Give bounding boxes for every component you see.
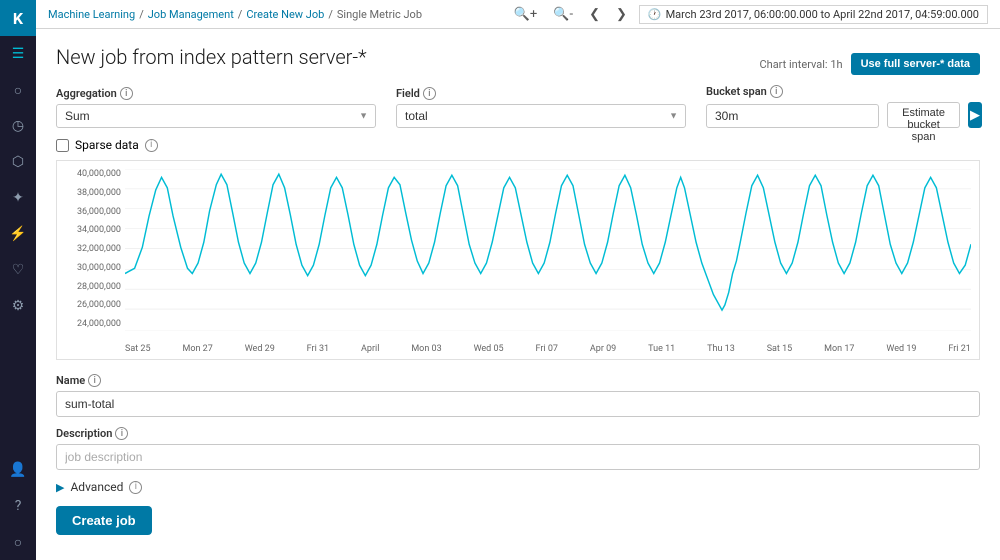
x-label-8: Apr 09: [590, 344, 616, 354]
bucket-span-group: Bucket span i Estimate bucket span ▶: [706, 85, 982, 128]
sidebar-icon-visualize[interactable]: ◷: [0, 108, 36, 144]
form-row: Aggregation i Sum Average Count Max Min: [56, 85, 980, 128]
x-label-6: Wed 05: [474, 344, 504, 354]
chart-interval-label: Chart interval: 1h: [759, 58, 842, 71]
bucket-span-input[interactable]: [706, 104, 879, 128]
advanced-toggle[interactable]: ▶: [56, 481, 64, 494]
x-label-12: Mon 17: [824, 344, 854, 354]
y-label-1: 38,000,000: [57, 188, 121, 198]
x-label-2: Wed 29: [245, 344, 275, 354]
bucket-span-controls: Estimate bucket span ▶: [706, 102, 982, 128]
zoom-out-icon[interactable]: 🔍-: [549, 5, 577, 24]
advanced-label: Advanced: [70, 480, 123, 494]
description-label: Description i: [56, 427, 980, 440]
advanced-info-icon[interactable]: i: [129, 481, 142, 494]
name-label: Name i: [56, 374, 980, 387]
content-area: New job from index pattern server-* Char…: [36, 29, 1000, 560]
sidebar-icon-dashboard[interactable]: ⬡: [0, 144, 36, 180]
aggregation-info-icon[interactable]: i: [120, 87, 133, 100]
nav-left-icon[interactable]: ❮: [585, 5, 604, 24]
zoom-in-icon[interactable]: 🔍+: [510, 5, 542, 24]
name-input[interactable]: [56, 391, 980, 417]
description-field-group: Description i: [56, 427, 980, 470]
x-label-9: Tue 11: [648, 344, 675, 354]
breadcrumb-ml[interactable]: Machine Learning: [48, 8, 135, 21]
y-axis: 40,000,000 38,000,000 36,000,000 34,000,…: [57, 161, 125, 329]
page-title: New job from index pattern server-*: [56, 45, 367, 69]
x-axis: Sat 25 Mon 27 Wed 29 Fri 31 April Mon 03…: [125, 339, 971, 359]
description-info-icon[interactable]: i: [115, 427, 128, 440]
field-select-wrapper: total bytes requests: [396, 104, 686, 128]
breadcrumb: Machine Learning / Job Management / Crea…: [48, 8, 510, 21]
name-field-group: Name i: [56, 374, 980, 417]
bucket-span-info-icon[interactable]: i: [770, 85, 783, 98]
field-info-icon[interactable]: i: [423, 87, 436, 100]
field-group: Field i total bytes requests: [396, 87, 686, 128]
description-input[interactable]: [56, 444, 980, 470]
aggregation-label: Aggregation i: [56, 87, 376, 100]
sparse-data-label: Sparse data: [75, 138, 139, 152]
sidebar-icon-ml[interactable]: ⚡: [0, 216, 36, 252]
breadcrumb-create-job[interactable]: Create New Job: [246, 8, 324, 21]
y-label-8: 24,000,000: [57, 319, 121, 329]
nav-right-icon[interactable]: ❯: [612, 5, 631, 24]
sidebar: K ☰ ○ ◷ ⬡ ✦ ⚡ ♡ ⚙ 👤 ? ○: [0, 0, 36, 560]
x-label-1: Mon 27: [182, 344, 212, 354]
y-label-2: 36,000,000: [57, 207, 121, 217]
x-label-7: Fri 07: [536, 344, 558, 354]
y-label-7: 26,000,000: [57, 300, 121, 310]
calendar-icon: 🕐: [648, 8, 662, 21]
create-job-button[interactable]: Create job: [56, 506, 152, 535]
aggregation-select-wrapper: Sum Average Count Max Min: [56, 104, 376, 128]
y-label-6: 28,000,000: [57, 282, 121, 292]
topbar: Machine Learning / Job Management / Crea…: [36, 0, 1000, 29]
date-range[interactable]: 🕐 March 23rd 2017, 06:00:00.000 to April…: [639, 5, 988, 24]
sidebar-icon-help[interactable]: ?: [0, 488, 36, 524]
date-range-text: March 23rd 2017, 06:00:00.000 to April 2…: [666, 8, 979, 21]
main-area: Machine Learning / Job Management / Crea…: [36, 0, 1000, 560]
sidebar-icon-menu[interactable]: ☰: [0, 36, 36, 72]
y-label-0: 40,000,000: [57, 169, 121, 179]
sidebar-icon-user[interactable]: 👤: [0, 452, 36, 488]
x-label-10: Thu 13: [707, 344, 735, 354]
y-label-3: 34,000,000: [57, 225, 121, 235]
run-button[interactable]: ▶: [968, 102, 982, 128]
breadcrumb-job-management[interactable]: Job Management: [148, 8, 234, 21]
sparse-data-row: Sparse data i: [56, 138, 980, 152]
x-label-13: Wed 19: [886, 344, 916, 354]
estimate-bucket-span-button[interactable]: Estimate bucket span: [887, 102, 960, 128]
y-label-5: 30,000,000: [57, 263, 121, 273]
name-info-icon[interactable]: i: [88, 374, 101, 387]
chart-container: 40,000,000 38,000,000 36,000,000 34,000,…: [56, 160, 980, 360]
x-label-3: Fri 31: [307, 344, 329, 354]
topbar-right: 🔍+ 🔍- ❮ ❯ 🕐 March 23rd 2017, 06:00:00.00…: [510, 5, 988, 24]
aggregation-select[interactable]: Sum Average Count Max Min: [56, 104, 376, 128]
sidebar-logo[interactable]: K: [0, 0, 36, 36]
breadcrumb-current: Single Metric Job: [337, 8, 422, 21]
y-label-4: 32,000,000: [57, 244, 121, 254]
sparse-data-info-icon[interactable]: i: [145, 139, 158, 152]
field-label: Field i: [396, 87, 686, 100]
sidebar-icon-settings[interactable]: ⚙: [0, 288, 36, 324]
use-full-data-button[interactable]: Use full server-* data: [851, 53, 980, 75]
bucket-span-label: Bucket span i: [706, 85, 982, 98]
sidebar-icon-timelion[interactable]: ✦: [0, 180, 36, 216]
x-label-5: Mon 03: [411, 344, 441, 354]
advanced-row: ▶ Advanced i: [56, 480, 980, 494]
aggregation-group: Aggregation i Sum Average Count Max Min: [56, 87, 376, 128]
x-label-14: Fri 21: [948, 344, 970, 354]
chart-svg: [125, 169, 971, 331]
sparse-data-checkbox[interactable]: [56, 139, 69, 152]
x-label-4: April: [361, 344, 379, 354]
x-label-0: Sat 25: [125, 344, 151, 354]
field-select[interactable]: total bytes requests: [396, 104, 686, 128]
sidebar-icon-discover[interactable]: ○: [0, 72, 36, 108]
sidebar-icon-collapse[interactable]: ○: [0, 524, 36, 560]
x-label-11: Sat 15: [767, 344, 793, 354]
sidebar-icon-monitoring[interactable]: ♡: [0, 252, 36, 288]
